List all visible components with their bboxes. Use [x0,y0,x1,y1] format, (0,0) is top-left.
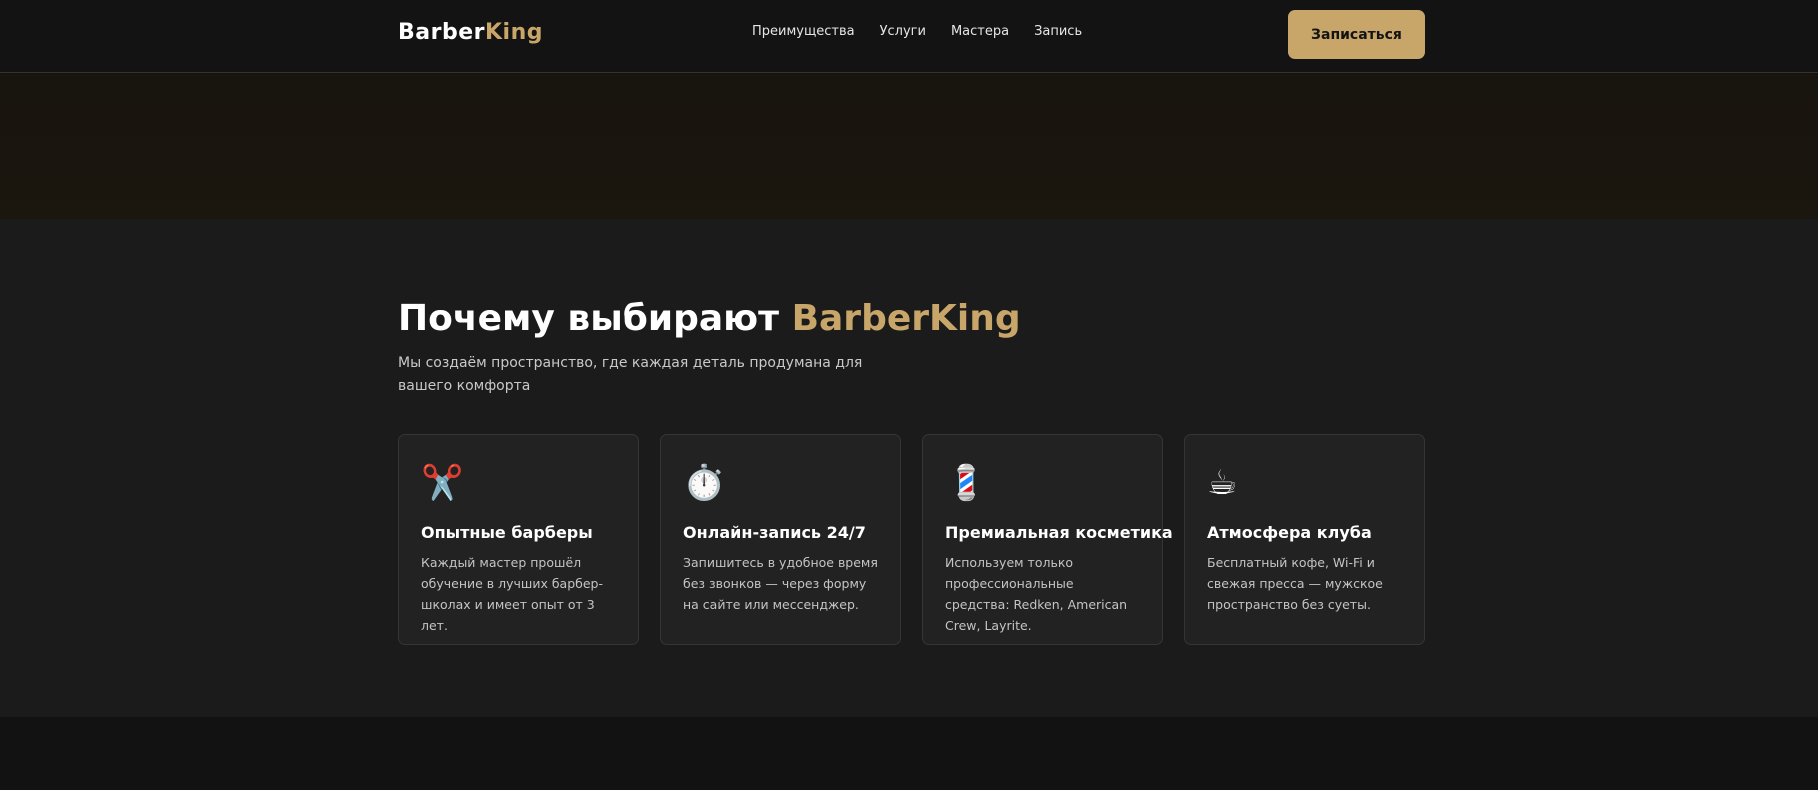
feature-card-cosmetics: 💈 Премиальная косметика Используем тольк… [922,434,1173,645]
section-title-accent: BarberKing [791,298,1021,339]
feature-card-barbers: ✂️ Опытные барберы Каждый мастер прошёл … [398,434,639,645]
nav-link-masters[interactable]: Мастера [951,24,1009,39]
section-title-main: Почему выбирают [398,298,792,339]
coffee-icon: ☕ [1207,463,1238,503]
book-button[interactable]: Записаться [1288,10,1425,59]
logo[interactable]: BarberKing [398,20,543,45]
feature-card-text: Бесплатный кофе, Wi-Fi и свежая пресса —… [1207,555,1383,612]
logo-main: Barber [398,20,485,45]
stopwatch-icon: ⏱️ [683,463,726,503]
main-nav: Преимущества Услуги Мастера Запись [752,24,1082,39]
features-section: Почему выбирают BarberKing Мы создаём пр… [0,219,1818,717]
section-subtitle: Мы создаём пространство, где каждая дета… [398,355,863,394]
scissors-icon: ✂️ [421,463,464,503]
nav-link-booking[interactable]: Запись [1034,24,1082,39]
feature-card-text: Каждый мастер прошёл обучение в лучших б… [421,555,603,633]
logo-accent: King [484,20,543,45]
hero-banner [0,74,1818,219]
feature-card-title: Атмосфера клуба [1207,523,1372,542]
feature-card-text: Запишитесь в удобное время без звонков —… [683,555,878,612]
feature-card-title: Премиальная косметика [945,523,1173,542]
site-header: BarberKing Преимущества Услуги Мастера З… [0,0,1818,73]
feature-card-online-booking: ⏱️ Онлайн-запись 24/7 Запишитесь в удобн… [660,434,901,645]
section-title: Почему выбирают BarberKing [398,298,1021,339]
feature-cards: ✂️ Опытные барберы Каждый мастер прошёл … [398,434,1425,645]
feature-card-title: Онлайн-запись 24/7 [683,523,866,542]
nav-link-advantages[interactable]: Преимущества [752,24,855,39]
barber-pole-icon: 💈 [945,463,988,503]
feature-card-title: Опытные барберы [421,523,593,542]
nav-link-services[interactable]: Услуги [880,24,926,39]
next-section-band [0,717,1818,790]
feature-card-atmosphere: ☕ Атмосфера клуба Бесплатный кофе, Wi-Fi… [1184,434,1425,645]
feature-card-text: Используем только профессиональные средс… [945,555,1128,633]
